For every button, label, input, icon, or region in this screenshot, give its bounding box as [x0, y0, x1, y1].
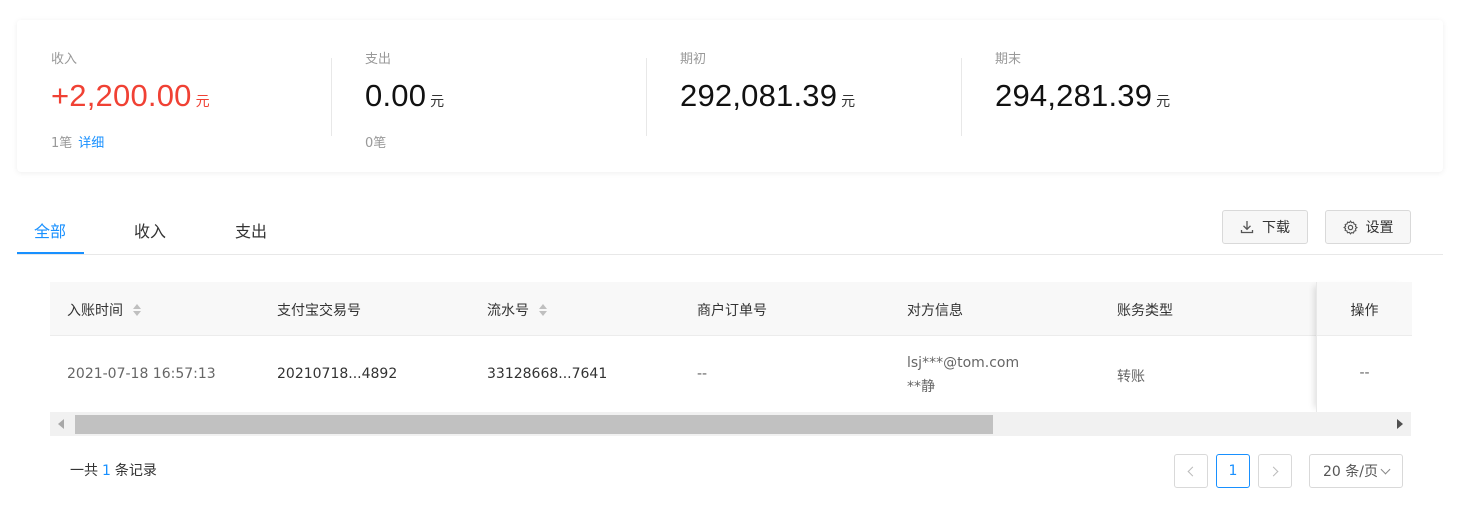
stat-label: 支出 — [365, 52, 392, 67]
column-label: 支付宝交易号 — [277, 303, 361, 319]
currency-unit: 元 — [1156, 94, 1171, 110]
cell-serial-no: 33128668...7641 — [487, 366, 608, 382]
cell-merchant-order: -- — [697, 366, 708, 382]
divider — [646, 58, 647, 136]
stat-amount: 292,081.39 元 — [680, 78, 855, 114]
column-label: 流水号 — [487, 303, 529, 319]
stat-label: 期末 — [995, 52, 1022, 67]
stat-expense: 支出 0.00 元 0笔 — [331, 20, 646, 172]
closing-amount: 294,281.39 — [995, 78, 1153, 113]
cell-alipay-no: 20210718...4892 — [277, 366, 398, 382]
page-size-value: 20 条/页 — [1323, 464, 1378, 480]
currency-unit: 元 — [841, 94, 856, 110]
stat-label: 期初 — [680, 52, 707, 67]
cell-action: -- — [1317, 337, 1412, 412]
column-header-alipay-no: 支付宝交易号 — [277, 300, 361, 320]
currency-unit: 元 — [430, 94, 445, 110]
stat-label: 收入 — [51, 52, 78, 67]
page-1-button[interactable]: 1 — [1216, 454, 1250, 488]
tab-expense[interactable]: 支出 — [235, 218, 267, 242]
next-page-button[interactable] — [1258, 454, 1292, 488]
income-count: 1笔 — [51, 136, 73, 151]
column-label: 入账时间 — [67, 303, 123, 319]
column-header-merchant-order: 商户订单号 — [697, 300, 767, 320]
cell-type: 转账 — [1117, 369, 1145, 385]
cell-counterparty-name: **静 — [907, 379, 935, 395]
total-records: 一共 1 条记录 — [70, 460, 157, 480]
chevron-right-icon — [1268, 466, 1279, 476]
stat-income: 收入 +2,200.00 元 1笔 详细 — [17, 20, 332, 172]
expense-count: 0笔 — [365, 136, 387, 151]
divider — [331, 58, 332, 136]
column-header-serial-no[interactable]: 流水号 — [487, 300, 547, 320]
column-header-time[interactable]: 入账时间 — [67, 300, 141, 320]
column-label: 商户订单号 — [697, 303, 767, 319]
stat-amount: +2,200.00 元 — [51, 78, 210, 114]
total-suffix: 条记录 — [114, 463, 157, 479]
stat-closing: 期末 294,281.39 元 — [961, 20, 1276, 172]
detail-link[interactable]: 详细 — [78, 136, 104, 151]
column-label: 对方信息 — [907, 303, 963, 319]
chevron-down-icon — [1380, 464, 1391, 474]
scroll-right-icon[interactable] — [1397, 419, 1403, 429]
download-label: 下载 — [1262, 220, 1290, 236]
chevron-left-icon — [1187, 466, 1198, 476]
opening-amount: 292,081.39 — [680, 78, 838, 113]
column-header-type: 账务类型 — [1117, 300, 1173, 320]
column-label: 账务类型 — [1117, 303, 1173, 319]
download-icon — [1240, 220, 1254, 234]
cell-time: 2021-07-18 16:57:13 — [67, 366, 216, 382]
total-count: 1 — [102, 463, 111, 479]
gear-icon — [1342, 219, 1358, 235]
stat-amount: 0.00 元 — [365, 78, 444, 114]
table-header: 入账时间 支付宝交易号 流水号 商户订单号 对方信息 账务类型 — [50, 282, 1411, 336]
tab-active-indicator — [17, 252, 84, 254]
prev-page-button[interactable] — [1174, 454, 1208, 488]
currency-unit: 元 — [195, 94, 210, 110]
download-button[interactable]: 下载 — [1222, 210, 1308, 244]
scroll-left-icon[interactable] — [58, 419, 64, 429]
fixed-action-column: 操作 -- — [1316, 282, 1412, 412]
stat-opening: 期初 292,081.39 元 — [646, 20, 961, 172]
summary-card: 收入 +2,200.00 元 1笔 详细 支出 0.00 元 0笔 期初 292,08… — [17, 20, 1443, 172]
sort-icon[interactable] — [539, 304, 547, 316]
sort-icon[interactable] — [133, 304, 141, 316]
bill-page: 收入 +2,200.00 元 1笔 详细 支出 0.00 元 0笔 期初 292,08… — [0, 0, 1476, 509]
scrollbar-thumb[interactable] — [75, 415, 993, 434]
page-size-select[interactable]: 20 条/页 — [1309, 454, 1403, 488]
tab-income[interactable]: 收入 — [134, 218, 166, 242]
horizontal-scrollbar[interactable] — [50, 412, 1411, 436]
cell-counterparty-account: lsj***@tom.com — [907, 355, 1020, 371]
settings-label: 设置 — [1365, 220, 1394, 236]
divider — [961, 58, 962, 136]
total-prefix: 一共 — [70, 463, 98, 479]
stat-amount: 294,281.39 元 — [995, 78, 1170, 114]
expense-amount: 0.00 — [365, 78, 427, 113]
column-header-counterparty: 对方信息 — [907, 300, 963, 320]
tab-all[interactable]: 全部 — [34, 218, 66, 242]
bill-table: 入账时间 支付宝交易号 流水号 商户订单号 对方信息 账务类型 2021-07-… — [50, 282, 1412, 412]
stat-sub: 1笔 详细 — [51, 132, 104, 151]
column-header-action: 操作 — [1317, 282, 1412, 336]
table-row: 2021-07-18 16:57:13 20210718...4892 3312… — [50, 337, 1411, 412]
income-amount: +2,200.00 — [51, 78, 192, 113]
settings-button[interactable]: 设置 — [1325, 210, 1411, 244]
